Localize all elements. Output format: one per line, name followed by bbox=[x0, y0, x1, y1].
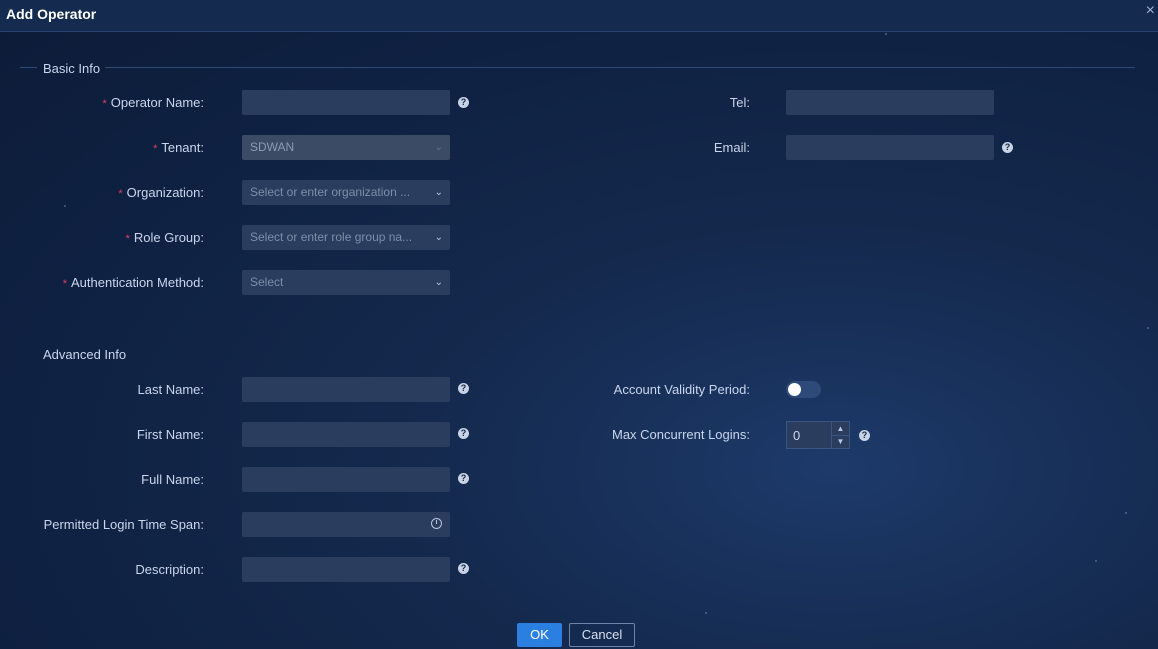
description-input[interactable] bbox=[242, 557, 450, 582]
auth-method-label: * Authentication Method: bbox=[0, 275, 204, 290]
required-icon: * bbox=[125, 233, 130, 245]
full-name-label-text: Full Name: bbox=[141, 472, 204, 487]
email-input[interactable] bbox=[786, 135, 994, 160]
auth-method-placeholder: Select bbox=[250, 275, 284, 289]
tel-label: Tel: bbox=[450, 95, 750, 110]
auth-method-label-text: Authentication Method: bbox=[71, 275, 204, 290]
role-group-label-text: Role Group: bbox=[133, 230, 204, 245]
basic-info-title: Basic Info bbox=[43, 61, 101, 76]
organization-select[interactable]: Select or enter organization ... ⌄ bbox=[242, 180, 450, 205]
chevron-down-icon[interactable]: ▼ bbox=[832, 435, 849, 448]
description-label-text: Description: bbox=[135, 562, 204, 577]
email-label-text: Email: bbox=[713, 140, 750, 155]
last-name-label: Last Name: bbox=[0, 382, 204, 397]
stepper-arrows: ▲ ▼ bbox=[831, 422, 849, 448]
description-label: Description: bbox=[0, 562, 204, 577]
login-time-span-label: Permitted Login Time Span: bbox=[0, 517, 204, 532]
operator-name-input[interactable] bbox=[242, 90, 450, 115]
organization-placeholder: Select or enter organization ... bbox=[250, 185, 411, 199]
role-group-label: * Role Group: bbox=[0, 230, 204, 245]
max-logins-stepper[interactable]: 0 ▲ ▼ bbox=[786, 421, 850, 449]
background-star bbox=[1125, 512, 1127, 514]
organization-label: * Organization: bbox=[0, 185, 204, 200]
chevron-down-icon: ⌄ bbox=[434, 187, 443, 198]
organization-label-text: Organization: bbox=[126, 185, 204, 200]
background-star bbox=[1147, 327, 1149, 329]
dialog-title-bar: Add Operator × bbox=[0, 0, 1158, 32]
max-logins-label-text: Max Concurrent Logins: bbox=[611, 427, 750, 442]
chevron-down-icon: ⌄ bbox=[434, 142, 443, 153]
required-icon: * bbox=[118, 188, 123, 200]
advanced-info-title: Advanced Info bbox=[43, 347, 127, 362]
required-icon: * bbox=[102, 98, 107, 110]
background-star bbox=[885, 33, 887, 35]
background-star bbox=[705, 612, 707, 614]
tenant-label: * Tenant: bbox=[0, 140, 204, 155]
first-name-label-text: First Name: bbox=[136, 427, 204, 442]
description-help-icon[interactable]: ? bbox=[458, 563, 469, 574]
required-icon: * bbox=[153, 143, 158, 155]
email-label: Email: bbox=[450, 140, 750, 155]
max-logins-value: 0 bbox=[793, 428, 801, 443]
clock-icon[interactable] bbox=[431, 518, 442, 529]
last-name-label-text: Last Name: bbox=[137, 382, 204, 397]
last-name-input[interactable] bbox=[242, 377, 450, 402]
email-help-icon[interactable]: ? bbox=[1002, 142, 1013, 153]
basic-info-divider-right bbox=[105, 67, 1135, 68]
chevron-down-icon: ⌄ bbox=[434, 277, 443, 288]
operator-name-label-text: Operator Name: bbox=[110, 95, 204, 110]
account-validity-label-text: Account Validity Period: bbox=[613, 382, 750, 397]
account-validity-toggle[interactable] bbox=[786, 381, 821, 398]
background-star bbox=[64, 205, 66, 207]
operator-name-label: * Operator Name: bbox=[0, 95, 204, 110]
chevron-up-icon[interactable]: ▲ bbox=[832, 422, 849, 436]
role-group-placeholder: Select or enter role group na... bbox=[250, 230, 413, 244]
max-logins-label: Max Concurrent Logins: bbox=[450, 427, 750, 442]
background-star bbox=[1095, 560, 1097, 562]
login-time-span-input[interactable] bbox=[242, 512, 450, 537]
account-validity-label: Account Validity Period: bbox=[450, 382, 750, 397]
full-name-label: Full Name: bbox=[0, 472, 204, 487]
ok-button[interactable]: OK bbox=[517, 623, 562, 647]
dialog-title: Add Operator bbox=[6, 6, 97, 22]
first-name-input[interactable] bbox=[242, 422, 450, 447]
first-name-label: First Name: bbox=[0, 427, 204, 442]
tel-input[interactable] bbox=[786, 90, 994, 115]
tenant-value: SDWAN bbox=[250, 140, 295, 154]
toggle-knob bbox=[788, 383, 801, 396]
max-logins-help-icon[interactable]: ? bbox=[859, 430, 870, 441]
cancel-button[interactable]: Cancel bbox=[569, 623, 635, 647]
tenant-label-text: Tenant: bbox=[161, 140, 204, 155]
tenant-select: SDWAN ⌄ bbox=[242, 135, 450, 160]
chevron-down-icon: ⌄ bbox=[434, 232, 443, 243]
full-name-help-icon[interactable]: ? bbox=[458, 473, 469, 484]
login-time-span-label-text: Permitted Login Time Span: bbox=[43, 517, 204, 532]
full-name-input[interactable] bbox=[242, 467, 450, 492]
required-icon: * bbox=[62, 278, 68, 290]
auth-method-select[interactable]: Select ⌄ bbox=[242, 270, 450, 295]
role-group-select[interactable]: Select or enter role group na... ⌄ bbox=[242, 225, 450, 250]
tel-label-text: Tel: bbox=[729, 95, 750, 110]
basic-info-divider-left bbox=[20, 67, 37, 68]
close-icon[interactable]: × bbox=[1146, 2, 1155, 20]
